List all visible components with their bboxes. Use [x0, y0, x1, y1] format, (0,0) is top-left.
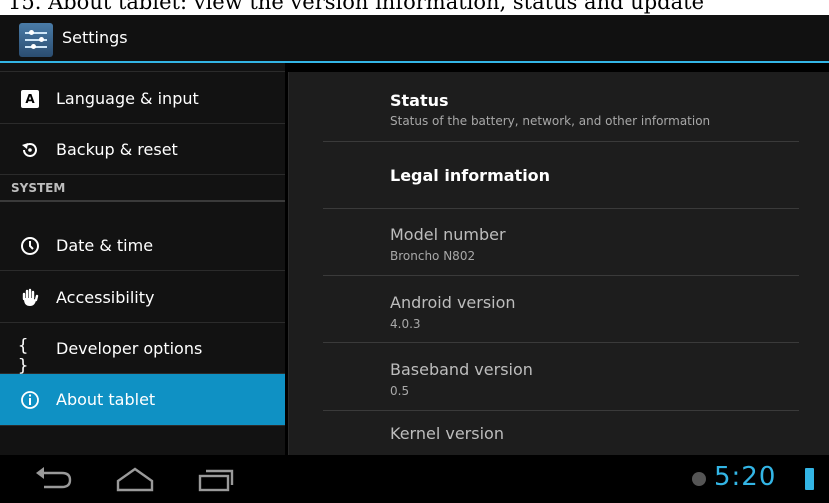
- backup-reset-icon: [22, 143, 37, 157]
- left-item-language-input[interactable]: A Language & input: [0, 73, 285, 124]
- caption-text: 15. About tablet: view the version infor…: [8, 0, 705, 14]
- notification-icon[interactable]: [692, 472, 706, 486]
- recent-apps-icon[interactable]: [197, 465, 235, 493]
- pref-title: Kernel version: [390, 424, 504, 443]
- back-icon[interactable]: [32, 465, 76, 493]
- info-icon: [21, 391, 39, 409]
- about-tablet-details: Status Status of the battery, network, a…: [288, 72, 829, 455]
- pref-subtitle: 0.5: [390, 384, 410, 398]
- left-item-partial[interactable]: [0, 63, 285, 72]
- pref-android-version: Android version 4.0.3: [323, 276, 799, 343]
- pref-subtitle: Broncho N802: [390, 249, 476, 263]
- left-item-label: Accessibility: [56, 288, 155, 307]
- hand-icon: [22, 288, 39, 306]
- clock[interactable]: 5:20: [714, 462, 776, 492]
- pref-baseband-version: Baseband version 0.5: [323, 343, 799, 411]
- left-item-accessibility[interactable]: Accessibility: [0, 272, 285, 323]
- pref-title: Model number: [390, 225, 506, 244]
- svg-text:A: A: [25, 92, 35, 106]
- braces-icon: { }: [18, 336, 29, 376]
- app-title: Settings: [62, 28, 128, 47]
- clock-icon: [21, 237, 39, 255]
- home-icon[interactable]: [113, 465, 157, 493]
- pref-subtitle: 4.0.3: [390, 317, 421, 331]
- left-item-label: Backup & reset: [56, 140, 178, 159]
- settings-app-icon[interactable]: [19, 23, 53, 57]
- system-nav-bar: 5:20: [0, 455, 829, 503]
- pref-status[interactable]: Status Status of the battery, network, a…: [323, 72, 799, 142]
- left-item-about-tablet[interactable]: About tablet: [0, 374, 285, 426]
- pref-title: Baseband version: [390, 360, 533, 379]
- pref-subtitle: Status of the battery, network, and othe…: [390, 114, 711, 128]
- settings-categories: A Language & input Backup & reset SYSTEM…: [0, 63, 285, 455]
- pref-title: Status: [390, 91, 449, 110]
- pref-title: Android version: [390, 293, 516, 312]
- battery-icon[interactable]: [805, 468, 814, 490]
- left-item-label: About tablet: [56, 390, 156, 409]
- left-item-label: Date & time: [56, 236, 154, 255]
- pref-model-number: Model number Broncho N802: [323, 209, 799, 276]
- pref-kernel-version: Kernel version: [323, 411, 799, 455]
- section-header-label: SYSTEM: [11, 181, 66, 195]
- left-item-backup-reset[interactable]: Backup & reset: [0, 124, 285, 175]
- page-caption: 15. About tablet: view the version infor…: [0, 0, 829, 15]
- left-item-developer-options[interactable]: { } Developer options: [0, 323, 285, 376]
- pref-title: Legal information: [390, 166, 551, 185]
- left-item-label: Developer options: [56, 339, 203, 358]
- pref-legal-information[interactable]: Legal information: [323, 142, 799, 209]
- left-item-date-time[interactable]: Date & time: [0, 220, 285, 271]
- action-bar: Settings: [0, 15, 829, 63]
- section-header-system: SYSTEM: [0, 176, 285, 202]
- language-icon: A: [21, 90, 39, 108]
- left-item-label: Language & input: [56, 89, 199, 108]
